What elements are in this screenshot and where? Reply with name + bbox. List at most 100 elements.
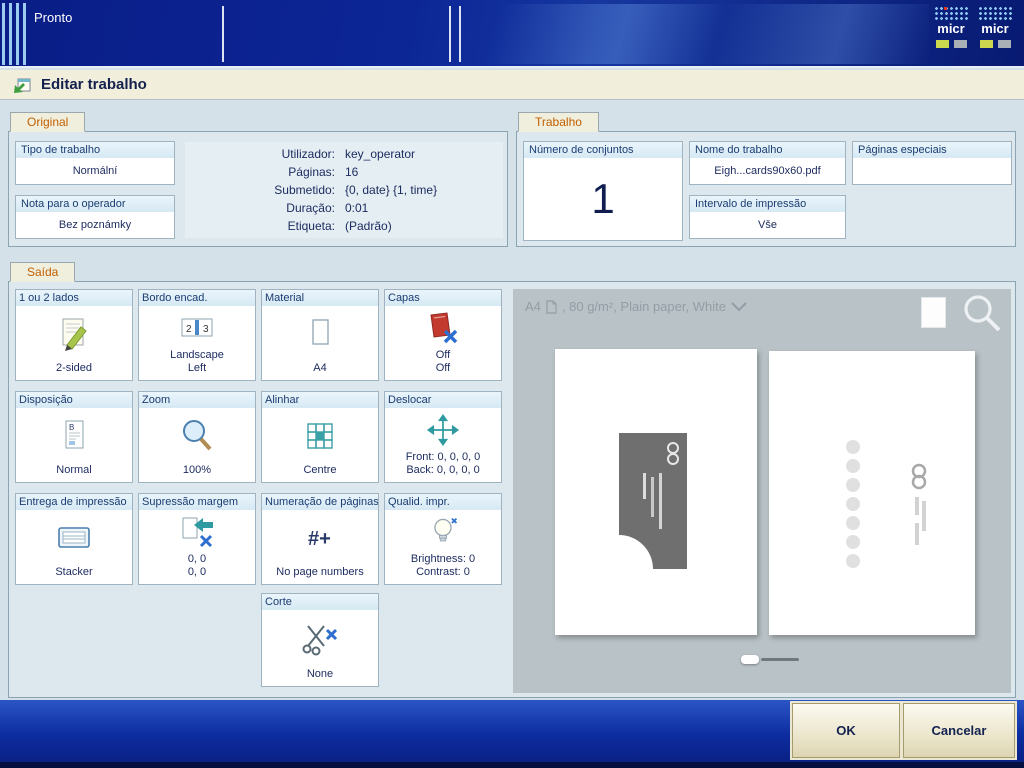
option-value: None: [262, 668, 378, 686]
operator-note-value: Bez poznámky: [16, 212, 174, 238]
media-name: A4: [525, 299, 541, 314]
option-align-button[interactable]: Alinhar Centre: [261, 391, 379, 483]
header-separator: [222, 6, 224, 62]
zoom-icon: [178, 417, 216, 455]
header-separator: [449, 6, 451, 62]
tab-saida[interactable]: Saída: [10, 262, 75, 282]
option-media-button[interactable]: Material A4: [261, 289, 379, 381]
page-thumbnail-button[interactable]: [921, 297, 946, 328]
job-type-label: Tipo de trabalho: [16, 142, 174, 158]
stacker-icon: [54, 519, 94, 557]
micr-color-chips: [936, 40, 967, 48]
micr-dots-icon: [934, 6, 968, 21]
micr-logo: micr: [932, 6, 970, 60]
edit-job-icon: [12, 75, 32, 95]
option-label: Disposição: [16, 392, 132, 408]
cancel-button[interactable]: Cancelar: [903, 703, 1015, 758]
brand-stripes-decoration: [2, 3, 28, 65]
preview-zoom-slider[interactable]: [741, 653, 799, 665]
option-covers-button[interactable]: Capas Off Off: [384, 289, 502, 381]
option-shift-button[interactable]: Deslocar Front: 0, 0, 0, 0 Back: 0, 0, 0…: [384, 391, 502, 483]
option-value: 2-sided: [16, 362, 132, 380]
info-label: Etiqueta:: [185, 219, 335, 234]
svg-text:#+: #+: [308, 528, 331, 550]
micr-logo: micr: [976, 6, 1014, 60]
option-binding-edge-button[interactable]: Bordo encad. 2 3 Landscape Left: [138, 289, 256, 381]
option-label: Zoom: [139, 392, 255, 408]
chevron-down-icon: [731, 302, 747, 311]
option-zoom-button[interactable]: Zoom 100%: [138, 391, 256, 483]
operator-note-label: Nota para o operador: [16, 196, 174, 212]
magnifier-icon: [959, 291, 1005, 337]
operator-note-button[interactable]: Nota para o operador Bez poznámky: [15, 195, 175, 239]
panel-saida: Saída 1 ou 2 lados 2-sided Bordo encad. …: [8, 281, 1016, 698]
job-type-value: Normální: [16, 158, 174, 184]
option-value: Centre: [262, 464, 378, 482]
option-label: Deslocar: [385, 392, 501, 408]
slider-handle[interactable]: [741, 655, 759, 664]
media-selector[interactable]: A4 , 80 g/m², Plain paper, White: [525, 299, 747, 314]
job-name-value: Eigh...cards90x60.pdf: [690, 158, 845, 184]
tab-trabalho[interactable]: Trabalho: [518, 112, 599, 132]
covers-icon: [423, 309, 463, 347]
preview-page-front: [555, 349, 757, 635]
option-label: Supressão margem: [139, 494, 255, 510]
page-icon: [546, 300, 557, 314]
option-label: Qualid. impr.: [385, 494, 501, 510]
option-label: 1 ou 2 lados: [16, 290, 132, 306]
info-row: Páginas: 16: [185, 165, 503, 180]
footer-bar: OK Cancelar: [0, 700, 1024, 762]
option-layout-button[interactable]: Disposição B Normal: [15, 391, 133, 483]
tab-original[interactable]: Original: [10, 112, 85, 132]
magnifier-button[interactable]: [959, 291, 1005, 337]
yellow-chip: [936, 40, 949, 48]
info-value: key_operator: [345, 147, 415, 162]
info-label: Páginas:: [185, 165, 335, 180]
option-page-numbers-button[interactable]: Numeração de páginas #+ No page numbers: [261, 493, 379, 585]
shift-icon: [426, 413, 460, 447]
panel-original: Original Tipo de trabalho Normální Nota …: [8, 131, 508, 247]
number-of-sets-label: Número de conjuntos: [524, 142, 682, 158]
info-row: Etiqueta: (Padrão): [185, 219, 503, 234]
option-margin-erase-button[interactable]: Supressão margem 0, 0 0, 0: [138, 493, 256, 585]
info-value: (Padrão): [345, 219, 392, 234]
ok-button[interactable]: OK: [792, 703, 900, 758]
media-details: , 80 g/m², Plain paper, White: [562, 299, 726, 314]
number-of-sets-button[interactable]: Número de conjuntos 1: [523, 141, 683, 241]
card-back-art: [769, 351, 975, 635]
option-delivery-button[interactable]: Entrega de impressão Stacker: [15, 493, 133, 585]
option-label: Capas: [385, 290, 501, 306]
info-row: Utilizador: key_operator: [185, 147, 503, 162]
number-of-sets-value: 1: [524, 158, 682, 240]
micr-red-dot: [944, 7, 947, 10]
preview-page-back: [769, 351, 975, 635]
slider-track: [761, 658, 799, 661]
print-range-label: Intervalo de impressão: [690, 196, 845, 212]
option-sides-button[interactable]: 1 ou 2 lados 2-sided: [15, 289, 133, 381]
media-icon: [302, 316, 338, 352]
micr-color-chips: [980, 40, 1011, 48]
job-name-button[interactable]: Nome do trabalho Eigh...cards90x60.pdf: [689, 141, 846, 185]
print-range-button[interactable]: Intervalo de impressão Vše: [689, 195, 846, 239]
header-glow-decoration: [461, 4, 929, 64]
info-label: Submetido:: [185, 183, 335, 198]
micr-logo-text: micr: [937, 21, 964, 37]
option-value: Landscape Left: [139, 349, 255, 380]
option-print-quality-button[interactable]: Qualid. impr. Brightness: 0 Contrast: 0: [384, 493, 502, 585]
card-front-art: [555, 349, 757, 635]
job-name-label: Nome do trabalho: [690, 142, 845, 158]
layout-icon: B: [56, 418, 92, 454]
special-pages-button[interactable]: Páginas especiais: [852, 141, 1012, 185]
page-title: Editar trabalho: [41, 76, 147, 93]
status-text: Pronto: [34, 10, 72, 25]
micr-dots-icon: [978, 6, 1012, 21]
screen: Pronto micr micr: [0, 0, 1024, 768]
align-icon: [301, 417, 339, 455]
print-quality-icon: [426, 515, 460, 549]
option-label: Corte: [262, 594, 378, 610]
info-value: 0:01: [345, 201, 368, 216]
option-label: Entrega de impressão: [16, 494, 132, 510]
job-type-button[interactable]: Tipo de trabalho Normální: [15, 141, 175, 185]
option-trim-button[interactable]: Corte None: [261, 593, 379, 687]
option-value: Stacker: [16, 566, 132, 584]
